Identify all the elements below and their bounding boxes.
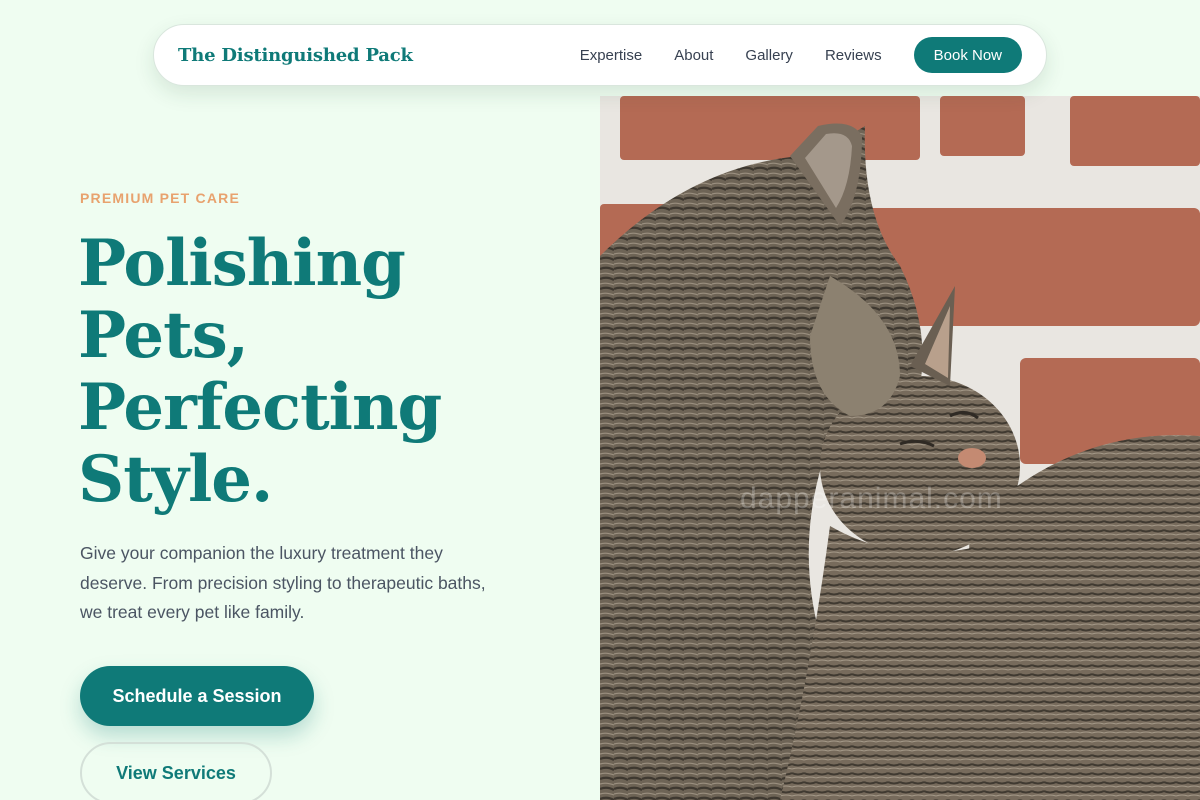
nav-link-expertise[interactable]: Expertise <box>580 47 643 64</box>
brand-logo-text[interactable]: The Distinguished Pack <box>178 45 413 66</box>
book-now-button[interactable]: Book Now <box>913 37 1022 73</box>
schedule-session-button[interactable]: Schedule a Session <box>80 666 314 726</box>
view-services-button[interactable]: View Services <box>80 742 272 800</box>
headline-line-4: Style. <box>78 442 273 517</box>
headline-line-1: Polishing <box>78 226 406 301</box>
headline-line-2: Pets, <box>78 298 249 373</box>
image-watermark: dapperanimal.com <box>740 482 1003 515</box>
hero-description: Give your companion the luxury treatment… <box>80 543 486 622</box>
hero-headline: Polishing Pets, Perfecting Style. <box>78 228 578 516</box>
nav-link-gallery[interactable]: Gallery <box>745 47 793 64</box>
cats-illustration: dapperanimal.com <box>600 96 1200 800</box>
hero-eyebrow: PREMIUM PET CARE <box>80 190 240 206</box>
top-navbar: The Distinguished Pack Expertise About G… <box>153 24 1047 86</box>
hero-photo-cats: dapperanimal.com <box>600 96 1200 800</box>
nav-links: Expertise About Gallery Reviews Book Now <box>580 37 1022 73</box>
nav-link-about[interactable]: About <box>674 47 713 64</box>
nav-link-reviews[interactable]: Reviews <box>825 47 882 64</box>
headline-line-3: Perfecting <box>78 370 442 445</box>
